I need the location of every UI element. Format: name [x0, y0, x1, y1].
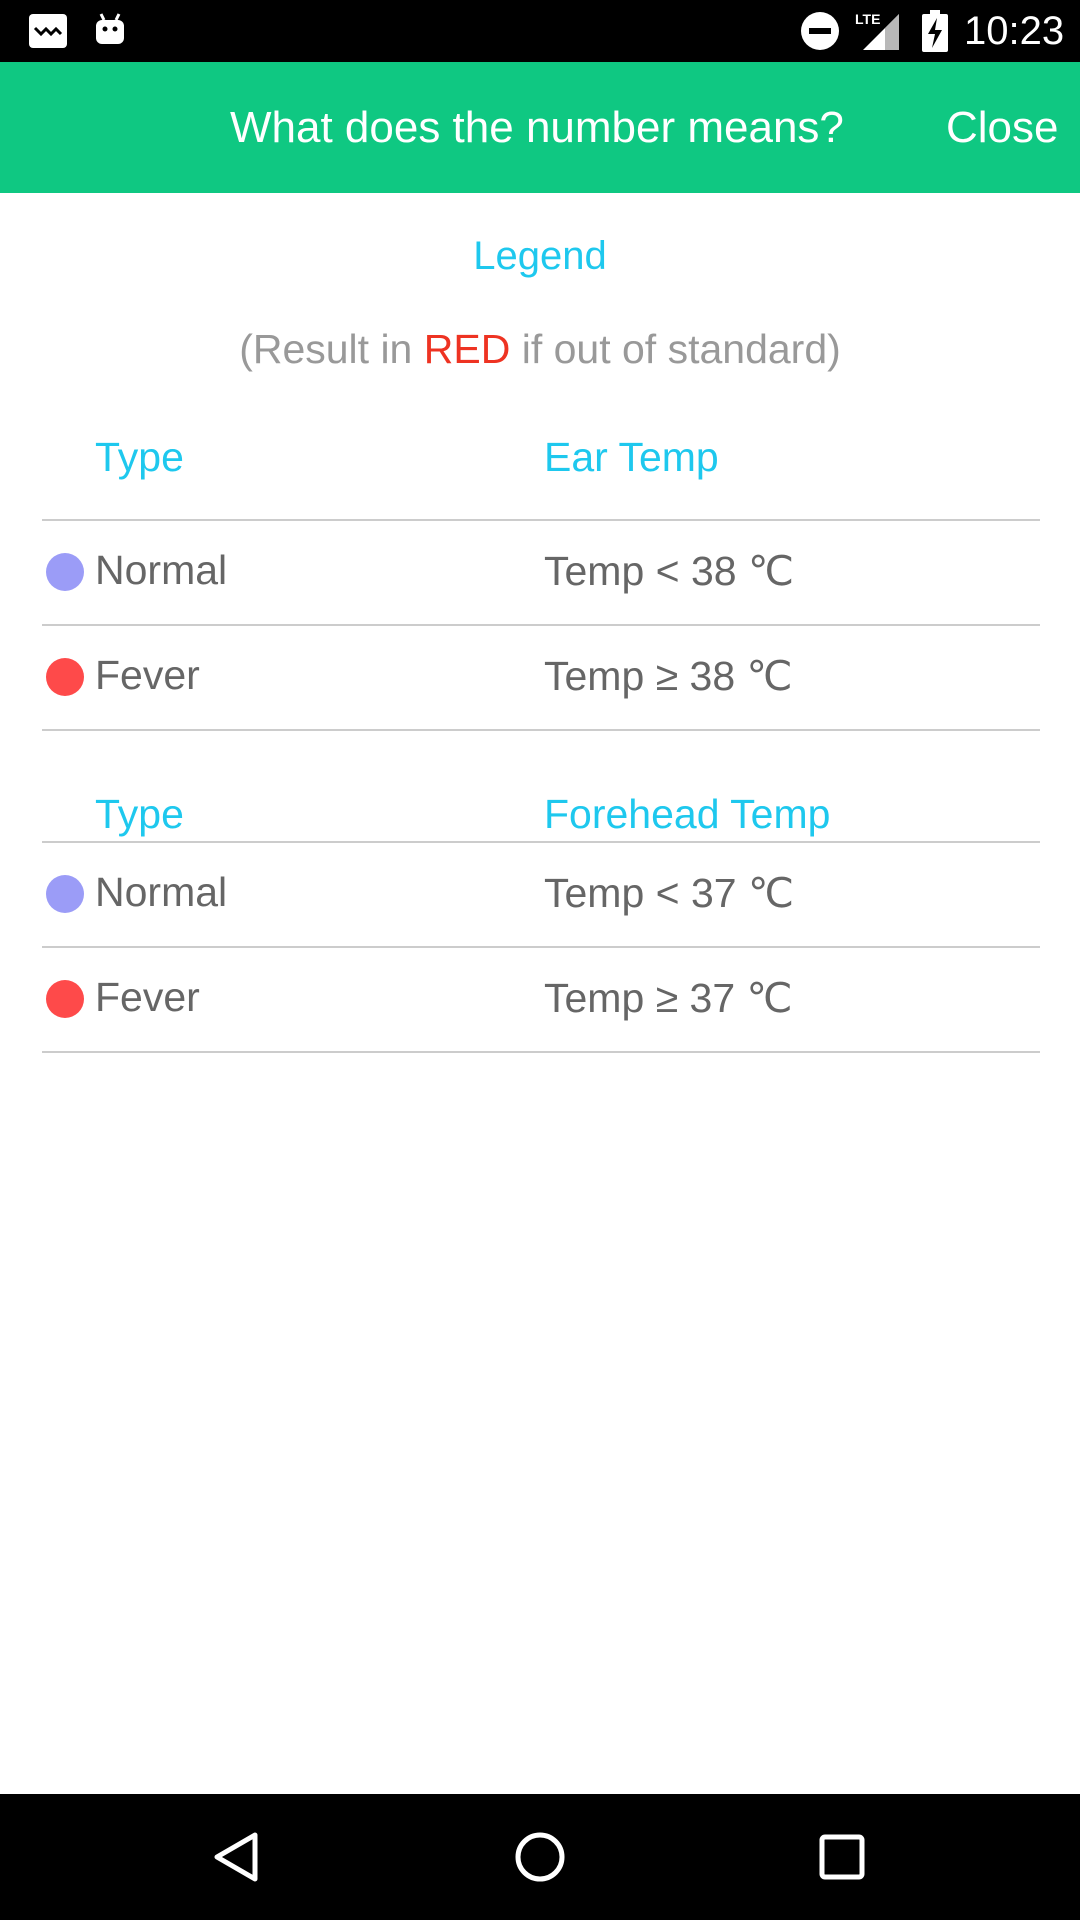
do-not-disturb-icon: [801, 12, 839, 50]
ear-temp-table: Type Ear Temp Normal Temp < 38 ℃ Fever T…: [42, 434, 1040, 731]
row-value: Temp < 37 ℃: [544, 870, 795, 916]
row-type: Fever: [95, 652, 200, 698]
legend-note-suffix: if out of standard): [510, 326, 841, 372]
normal-dot-icon: [46, 875, 84, 913]
home-icon[interactable]: [510, 1827, 570, 1887]
recents-icon[interactable]: [812, 1827, 872, 1887]
svg-text:LTE: LTE: [855, 11, 880, 27]
legend-title: Legend: [473, 234, 607, 278]
navigation-bar: [0, 1794, 1080, 1920]
row-type: Normal: [95, 547, 228, 593]
ear-temp-column-header: Ear Temp: [544, 434, 719, 480]
fever-dot-icon: [46, 658, 84, 696]
divider: [42, 729, 1040, 731]
row-value: Temp ≥ 38 ℃: [544, 653, 793, 699]
legend-note-prefix: (Result in: [239, 326, 424, 372]
forehead-temp-column-header: Forehead Temp: [544, 791, 831, 837]
forehead-temp-table: Type Forehead Temp Normal Temp < 37 ℃ Fe…: [42, 791, 1040, 1053]
row-value: Temp < 38 ℃: [544, 548, 795, 594]
close-button[interactable]: Close: [946, 62, 1059, 193]
type-column-header: Type: [95, 434, 184, 480]
page-title: What does the number means?: [230, 103, 844, 152]
row-type: Normal: [95, 869, 228, 915]
type-column-header: Type: [95, 791, 184, 837]
legend-note-highlight: RED: [423, 326, 511, 372]
app-header: What does the number means? Close: [0, 62, 1080, 193]
legend-note: (Result in RED if out of standard): [0, 326, 1080, 373]
back-icon[interactable]: [207, 1827, 267, 1887]
table-header-row: Type Forehead Temp: [42, 791, 1040, 841]
table-row: Normal Temp < 38 ℃: [42, 521, 1040, 624]
table-row: Normal Temp < 37 ℃: [42, 843, 1040, 946]
table-row: Fever Temp ≥ 37 ℃: [42, 948, 1040, 1051]
row-value: Temp ≥ 37 ℃: [544, 975, 793, 1021]
battery-charging-icon: [922, 10, 948, 52]
row-type: Fever: [95, 974, 200, 1020]
mail-icon: [29, 14, 67, 48]
table-row: Fever Temp ≥ 38 ℃: [42, 626, 1040, 729]
clock-time: 10:23: [964, 9, 1065, 53]
normal-dot-icon: [46, 553, 84, 591]
android-icon: [94, 12, 126, 46]
divider: [42, 1051, 1040, 1053]
lte-signal-icon: LTE: [855, 10, 901, 50]
fever-dot-icon: [46, 980, 84, 1018]
table-header-row: Type Ear Temp: [42, 434, 1040, 519]
status-bar: LTE 10:23: [0, 0, 1080, 62]
